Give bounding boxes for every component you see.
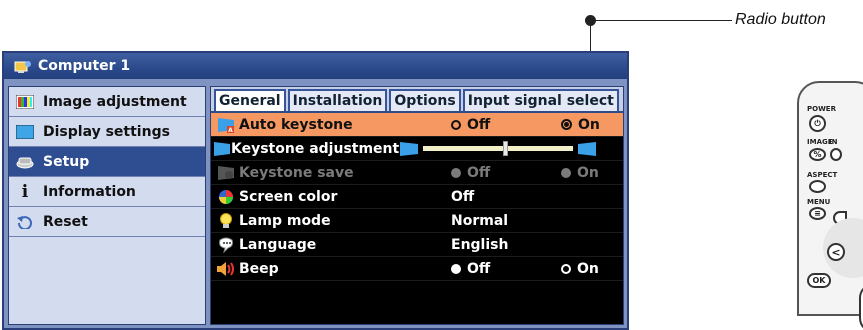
lamp-mode-value: Normal <box>451 212 509 229</box>
setting-row-keystone-adjustment[interactable]: Keystone adjustment 0 <box>211 137 661 161</box>
radio-off-icon <box>451 119 461 130</box>
lamp-mode-icon <box>213 212 239 229</box>
radio-off-label: Off <box>467 164 491 181</box>
radio-disabled-icon <box>451 167 461 178</box>
radio-selected-icon <box>561 119 572 130</box>
nav-item-image-adjustment[interactable]: Image adjustment <box>9 87 205 117</box>
settings-list: A Auto keystone Off On Keystone adjustme… <box>211 113 661 281</box>
keystone-adjustment-icon <box>213 141 231 157</box>
radio-on[interactable]: On <box>561 117 600 133</box>
radio-off[interactable]: Off <box>451 117 561 133</box>
nav-item-information[interactable]: i Information <box>9 177 205 207</box>
image-button-icon: % <box>809 148 826 161</box>
setting-row-auto-keystone[interactable]: A Auto keystone Off On <box>211 113 623 137</box>
nav-label: Image adjustment <box>43 93 187 110</box>
svg-text:A: A <box>228 127 233 133</box>
nav-item-display-settings[interactable]: Display settings <box>9 117 205 147</box>
setting-row-keystone-save: Keystone save Off On <box>211 161 623 185</box>
setting-label: Lamp mode <box>239 212 331 229</box>
tab-bar: General Installation Options Input signa… <box>211 87 623 113</box>
setting-label: Language <box>239 236 317 253</box>
radio-on-label: On <box>578 116 600 133</box>
setting-label: Screen color <box>239 188 338 205</box>
language-value: English <box>451 236 509 253</box>
setting-row-beep[interactable]: Beep Off On <box>211 257 623 281</box>
radio-disabled-icon <box>561 167 571 178</box>
nav-label: Information <box>43 183 136 200</box>
setting-label: Keystone adjustment <box>231 140 400 157</box>
settings-panel: General Installation Options Input signa… <box>210 86 661 325</box>
beep-icon <box>213 261 239 277</box>
display-settings-icon <box>15 124 35 140</box>
callout-line <box>590 20 732 21</box>
remote-control-illustration: POWER ⏻ IMAGE IN % ASPECT MENU ≡ < OK <box>797 81 863 330</box>
image-adjustment-icon <box>15 94 35 110</box>
tab-input-signal-select[interactable]: Input signal select <box>462 89 619 111</box>
radio-selected-icon <box>451 263 461 274</box>
aspect-button-icon <box>809 180 826 193</box>
radio-off: Off <box>451 165 561 181</box>
keystone-left-icon <box>400 141 419 156</box>
power-label: POWER <box>807 105 836 113</box>
radio-off-label: Off <box>467 116 491 133</box>
in-label: IN <box>829 138 838 146</box>
menu-label: MENU <box>807 198 831 206</box>
left-arrow-icon: < <box>827 243 845 261</box>
radio-on-label: On <box>577 260 599 277</box>
window-titlebar: Computer 1 <box>4 53 627 79</box>
reset-icon <box>15 214 35 230</box>
setting-label: Keystone save <box>239 164 354 181</box>
tab-general[interactable]: General <box>214 89 286 111</box>
slider-thumb[interactable] <box>502 141 508 156</box>
setting-row-language[interactable]: Language English <box>211 233 623 257</box>
keystone-slider[interactable] <box>399 141 597 157</box>
radio-on-label: On <box>577 164 599 181</box>
nav-item-reset[interactable]: Reset <box>9 207 205 237</box>
callout-dot <box>585 15 596 26</box>
radio-on[interactable]: On <box>561 261 599 277</box>
nav-item-setup[interactable]: Setup <box>9 147 205 177</box>
nav-label: Display settings <box>43 123 170 140</box>
tab-options[interactable]: Options <box>389 89 461 111</box>
nav-label: Setup <box>43 153 90 170</box>
setting-label: Beep <box>239 260 279 277</box>
keystone-right-icon <box>578 141 597 156</box>
nav-menu: Image adjustment Display settings Setup … <box>8 86 206 325</box>
radio-off[interactable]: Off <box>451 261 561 277</box>
osd-body: Image adjustment Display settings Setup … <box>4 79 661 328</box>
auto-keystone-icon: A <box>213 117 239 133</box>
radio-unselected-icon <box>561 263 571 274</box>
computer-source-icon <box>14 58 32 74</box>
keystone-value: 0 <box>651 140 661 157</box>
screen-color-icon <box>213 189 239 205</box>
tab-installation[interactable]: Installation <box>287 89 388 111</box>
setting-label: Auto keystone <box>239 116 353 133</box>
window-title: Computer 1 <box>38 58 131 74</box>
aspect-label: ASPECT <box>807 171 838 179</box>
nav-label: Reset <box>43 213 88 230</box>
menu-button-icon: ≡ <box>809 207 826 220</box>
keystone-save-icon <box>213 165 239 181</box>
setting-row-lamp-mode[interactable]: Lamp mode Normal <box>211 209 623 233</box>
finger-illustration <box>859 283 863 330</box>
power-button-icon: ⏻ <box>809 115 826 132</box>
language-icon <box>213 237 239 253</box>
osd-menu-window: Computer 1 Image adjustment Display sett… <box>2 51 661 330</box>
in-button-icon <box>830 148 842 161</box>
setting-row-screen-color[interactable]: Screen color Off <box>211 185 623 209</box>
information-icon: i <box>21 181 29 202</box>
ok-button-icon: OK <box>807 273 831 288</box>
slider-track <box>423 141 574 156</box>
radio-off-label: Off <box>467 260 491 277</box>
setup-icon <box>15 154 35 170</box>
radio-on: On <box>561 165 599 181</box>
screen-color-value: Off <box>451 188 475 205</box>
callout-label: Radio button <box>735 11 826 28</box>
